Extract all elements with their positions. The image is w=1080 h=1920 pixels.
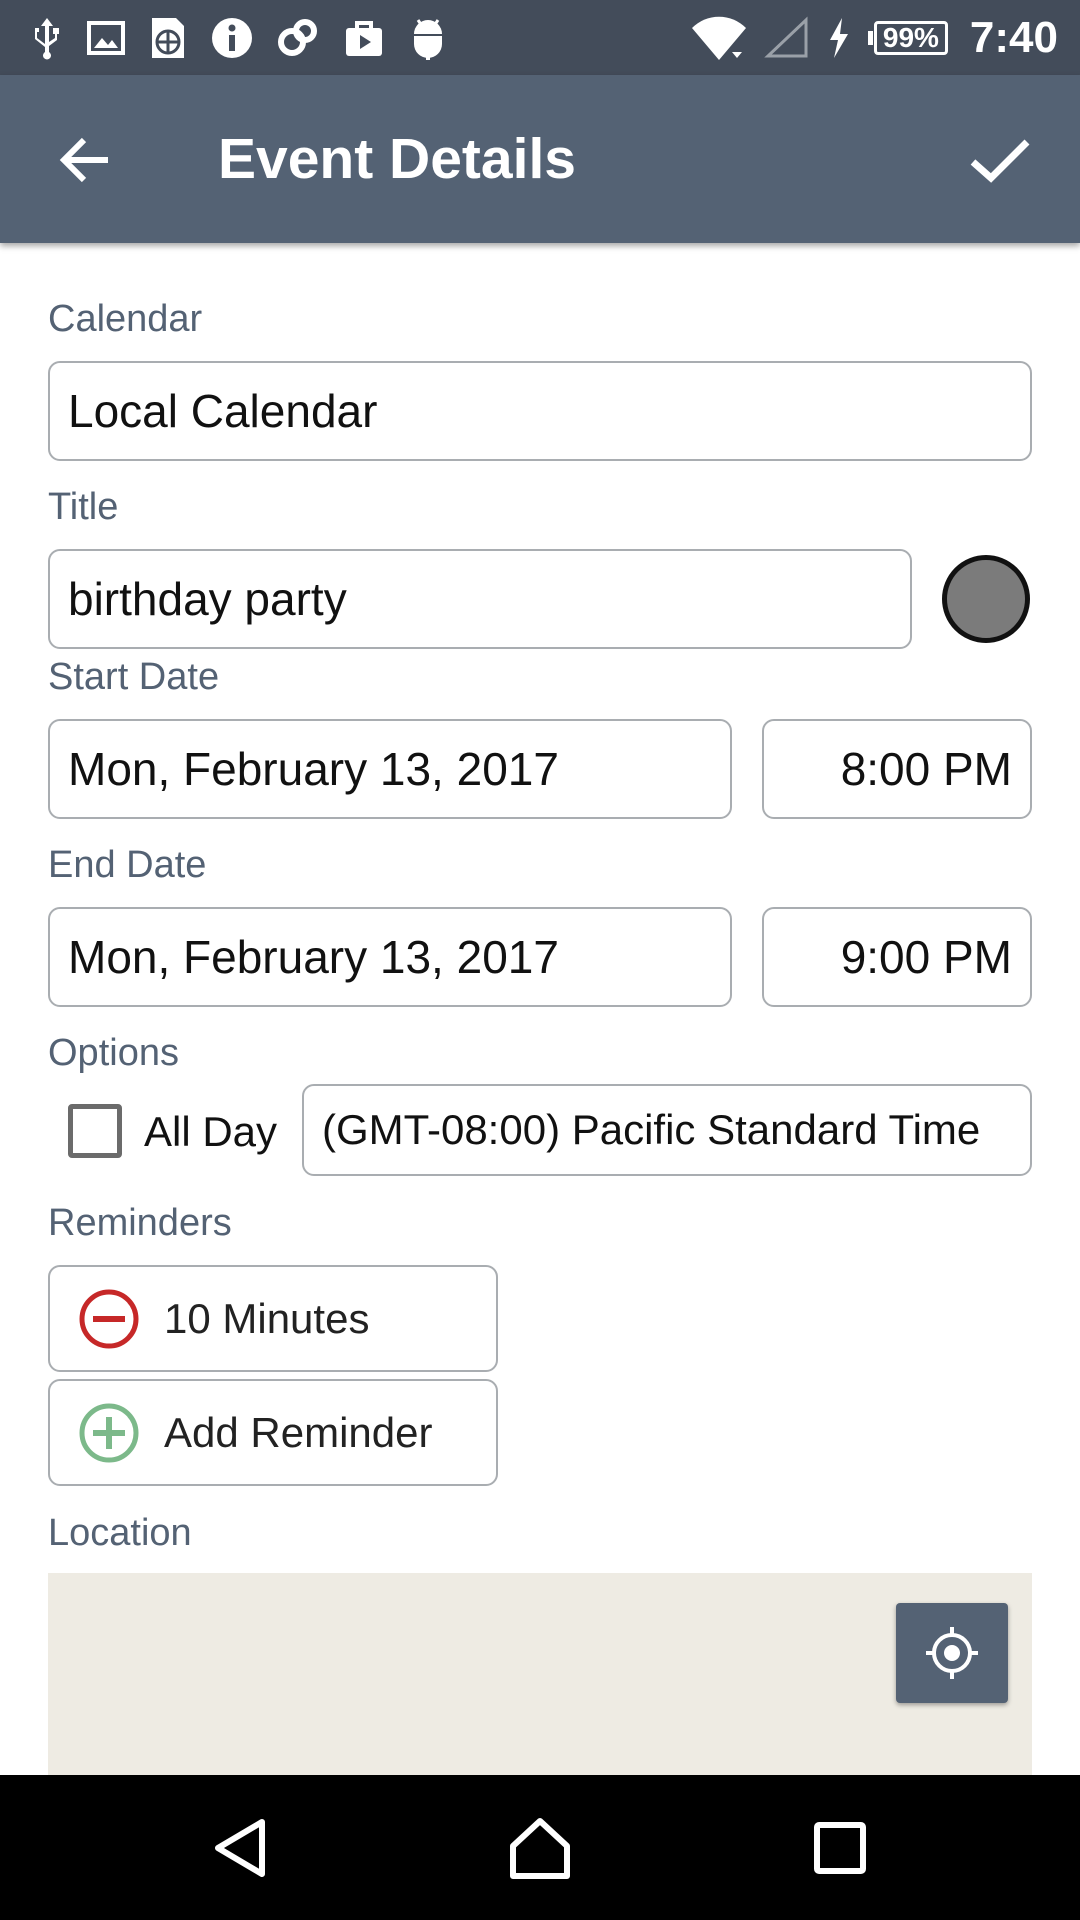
- notification-icons: [30, 12, 448, 64]
- sync-icon: [276, 16, 320, 60]
- checkmark-icon: [970, 139, 1030, 183]
- event-color-picker[interactable]: [942, 555, 1030, 643]
- add-reminder-button[interactable]: Add Reminder: [48, 1379, 498, 1486]
- battery-percent: 99%: [873, 20, 948, 55]
- start-time-field[interactable]: 8:00 PM: [762, 719, 1032, 819]
- calendar-label: Calendar: [48, 298, 203, 340]
- save-button[interactable]: [960, 125, 1040, 195]
- all-day-label[interactable]: All Day: [144, 1104, 277, 1160]
- my-location-button[interactable]: [896, 1603, 1008, 1703]
- play-store-icon: [342, 16, 386, 60]
- start-time-value: 8:00 PM: [840, 743, 1012, 795]
- start-date-value: Mon, February 13, 2017: [68, 743, 559, 795]
- android-icon: [408, 14, 448, 62]
- location-map[interactable]: [48, 1573, 1032, 1775]
- back-button[interactable]: [50, 125, 120, 195]
- title-value: birthday party: [68, 573, 347, 625]
- arrow-back-icon: [59, 137, 108, 183]
- timezone-select[interactable]: (GMT-08:00) Pacific Standard Time: [302, 1084, 1032, 1176]
- end-date-value: Mon, February 13, 2017: [68, 931, 559, 983]
- calendar-select[interactable]: Local Calendar: [48, 361, 1032, 461]
- add-circle-icon: [79, 1403, 139, 1462]
- globe-sim-icon: [148, 16, 188, 60]
- title-label: Title: [48, 486, 119, 528]
- charging-icon: [826, 16, 852, 60]
- timezone-value: (GMT-08:00) Pacific Standard Time: [322, 1106, 981, 1153]
- reminders-label: Reminders: [48, 1202, 232, 1244]
- image-icon: [86, 18, 126, 58]
- end-time-field[interactable]: 9:00 PM: [762, 907, 1032, 1007]
- crosshair-icon: [926, 1627, 978, 1679]
- home-icon: [510, 1817, 570, 1879]
- cell-signal-icon: [764, 16, 810, 60]
- nav-back-icon: [215, 1818, 265, 1877]
- info-icon: [210, 16, 254, 60]
- end-time-value: 9:00 PM: [840, 931, 1012, 983]
- app-bar: Event Details: [0, 75, 1080, 243]
- start-date-label: Start Date: [48, 656, 220, 698]
- page-title: Event Details: [218, 127, 576, 191]
- options-label: Options: [48, 1032, 179, 1074]
- navigation-bar: [0, 1775, 1080, 1920]
- reminder-label: 10 Minutes: [164, 1294, 370, 1342]
- clock: 7:40: [969, 12, 1058, 62]
- nav-recents-button[interactable]: [780, 1775, 900, 1920]
- title-input[interactable]: birthday party: [48, 549, 912, 649]
- nav-back-button[interactable]: [180, 1775, 300, 1920]
- calendar-value: Local Calendar: [68, 385, 378, 437]
- reminder-item[interactable]: 10 Minutes: [48, 1265, 498, 1372]
- status-bar: 99% 7:40: [0, 0, 1080, 75]
- add-reminder-label: Add Reminder: [164, 1408, 433, 1456]
- end-date-field[interactable]: Mon, February 13, 2017: [48, 907, 732, 1007]
- usb-icon: [30, 16, 64, 60]
- start-date-field[interactable]: Mon, February 13, 2017: [48, 719, 732, 819]
- remove-circle-icon[interactable]: [78, 1288, 140, 1350]
- all-day-checkbox[interactable]: [68, 1104, 122, 1158]
- system-icons: 99% 7:40: [690, 0, 1058, 75]
- wifi-icon: [690, 14, 748, 62]
- nav-home-button[interactable]: [480, 1775, 600, 1920]
- end-date-label: End Date: [48, 844, 207, 886]
- recents-icon: [814, 1821, 866, 1874]
- location-label: Location: [48, 1512, 192, 1554]
- battery-tip: [867, 30, 873, 45]
- battery-indicator: 99%: [867, 20, 948, 55]
